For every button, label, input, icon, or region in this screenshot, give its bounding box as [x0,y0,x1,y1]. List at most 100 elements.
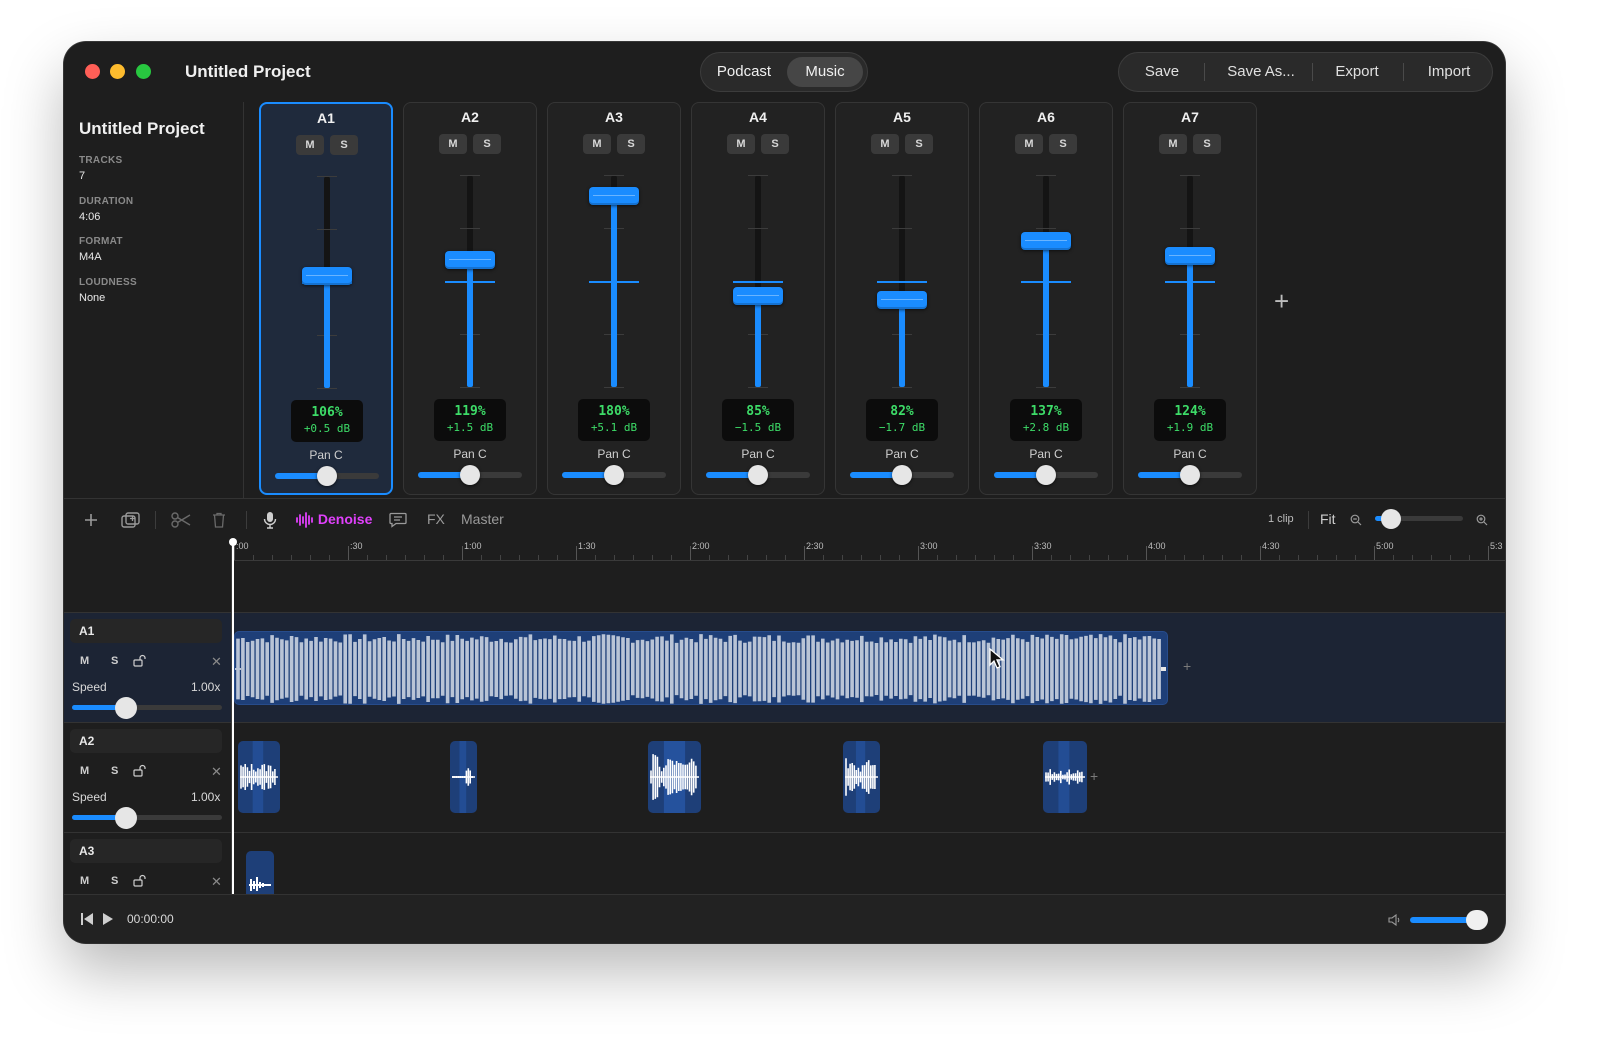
audio-clip[interactable] [246,851,274,894]
save-button[interactable]: Save [1129,53,1195,91]
channel-strip-a4[interactable]: A4 M S 85% −1.5 dB Pan C [691,102,825,495]
save-as-button[interactable]: Save As... [1213,53,1309,91]
channel-mute-button[interactable]: M [727,134,755,154]
channel-solo-button[interactable]: S [761,134,789,154]
pan-slider[interactable] [1138,465,1242,485]
pan-slider-thumb[interactable] [1036,465,1056,485]
channel-strip-a3[interactable]: A3 M S 180% +5.1 dB Pan C [547,102,681,495]
channel-solo-button[interactable]: S [1193,134,1221,154]
pan-slider[interactable] [850,465,954,485]
track-mute-button[interactable]: M [80,765,89,777]
audio-clip[interactable] [450,741,477,813]
add-track-button[interactable] [84,499,98,539]
channel-strip-a5[interactable]: A5 M S 82% −1.7 dB Pan C [835,102,969,495]
channel-mute-button[interactable]: M [583,134,611,154]
track-lock-button[interactable] [133,874,146,890]
track-name[interactable]: A2 [70,729,222,753]
track-lane-a3[interactable]: A3 M S ✕ [64,833,1505,894]
pan-slider[interactable] [562,465,666,485]
import-button[interactable]: Import [1411,53,1487,91]
channel-solo-button[interactable]: S [473,134,501,154]
fx-button[interactable]: FX [427,499,445,539]
audio-clip[interactable] [238,741,280,813]
fader-handle[interactable] [1021,231,1071,250]
channel-mute-button[interactable]: M [1015,134,1043,154]
split-button[interactable] [171,499,191,539]
add-clip-button[interactable]: + [1183,658,1191,674]
mode-music-button[interactable]: Music [787,57,863,87]
add-channel-button[interactable]: + [1274,286,1289,317]
track-solo-button[interactable]: S [111,655,118,667]
pan-slider-thumb[interactable] [604,465,624,485]
volume-slider-thumb[interactable] [1466,910,1488,930]
zoom-window-button[interactable] [136,64,151,79]
fader-handle[interactable] [1165,246,1215,265]
audio-clip[interactable] [234,631,1168,705]
fader-handle[interactable] [302,266,352,285]
channel-strip-a1[interactable]: A1 M S 106% +0.5 dB Pan C [259,102,393,495]
fader-handle[interactable] [445,250,495,269]
channel-strip-a2[interactable]: A2 M S 119% +1.5 dB Pan C [403,102,537,495]
speed-slider[interactable] [72,807,222,829]
audio-clip[interactable] [648,741,701,813]
pan-slider-thumb[interactable] [892,465,912,485]
channel-mute-button[interactable]: M [871,134,899,154]
track-remove-button[interactable]: ✕ [211,654,222,670]
skip-back-button[interactable] [80,912,94,931]
duplicate-button[interactable] [121,499,141,539]
volume-button[interactable] [1388,913,1402,931]
zoom-in-button[interactable] [1476,499,1488,539]
export-button[interactable]: Export [1321,53,1393,91]
channel-solo-button[interactable]: S [617,134,645,154]
add-clip-button[interactable]: + [1090,768,1098,784]
channel-solo-button[interactable]: S [1049,134,1077,154]
track-lane-a1[interactable]: A1 M S ✕ Speed 1.00x + [64,613,1505,723]
minimize-window-button[interactable] [110,64,125,79]
channel-strip-a7[interactable]: A7 M S 124% +1.9 dB Pan C [1123,102,1257,495]
speed-slider-thumb[interactable] [115,807,137,829]
track-remove-button[interactable]: ✕ [211,874,222,890]
close-window-button[interactable] [85,64,100,79]
channel-strip-a6[interactable]: A6 M S 137% +2.8 dB Pan C [979,102,1113,495]
record-button[interactable] [263,499,277,539]
pan-slider-thumb[interactable] [460,465,480,485]
audio-clip[interactable] [1043,741,1087,813]
track-mute-button[interactable]: M [80,875,89,887]
timeline-ruler[interactable]: :00:30 1:00 1:30 2:00 2:30 3:00 3:30 4:00 4:30 5:… [232,539,1505,561]
pan-slider[interactable] [418,465,522,485]
mode-podcast-button[interactable]: Podcast [705,57,783,87]
fader-handle[interactable] [733,286,783,305]
track-solo-button[interactable]: S [111,875,118,887]
track-mute-button[interactable]: M [80,655,89,667]
channel-solo-button[interactable]: S [905,134,933,154]
master-button[interactable]: Master [461,499,504,539]
channel-mute-button[interactable]: M [296,135,324,155]
pan-slider-thumb[interactable] [1180,465,1200,485]
channel-solo-button[interactable]: S [330,135,358,155]
channel-mute-button[interactable]: M [1159,134,1187,154]
track-lock-button[interactable] [133,654,146,670]
audio-clip[interactable] [843,741,880,813]
fit-button[interactable]: Fit [1320,499,1336,539]
pan-slider[interactable] [706,465,810,485]
track-lock-button[interactable] [133,764,146,780]
track-solo-button[interactable]: S [111,765,118,777]
delete-button[interactable] [212,499,226,539]
track-name[interactable]: A1 [70,619,222,643]
pan-slider[interactable] [275,466,379,486]
speed-slider[interactable] [72,697,222,719]
fader-handle[interactable] [589,187,639,206]
playhead-handle[interactable] [229,538,237,546]
pan-slider-thumb[interactable] [748,465,768,485]
playhead[interactable] [232,539,234,894]
fader-handle[interactable] [877,291,927,310]
track-name[interactable]: A3 [70,839,222,863]
pan-slider-thumb[interactable] [317,466,337,486]
zoom-slider-thumb[interactable] [1381,509,1401,529]
speed-slider-thumb[interactable] [115,697,137,719]
play-button[interactable] [102,912,114,931]
pan-slider[interactable] [994,465,1098,485]
zoom-slider[interactable] [1375,509,1463,529]
track-remove-button[interactable]: ✕ [211,764,222,780]
track-lane-a2[interactable]: A2 M S ✕ Speed 1.00x + [64,723,1505,833]
